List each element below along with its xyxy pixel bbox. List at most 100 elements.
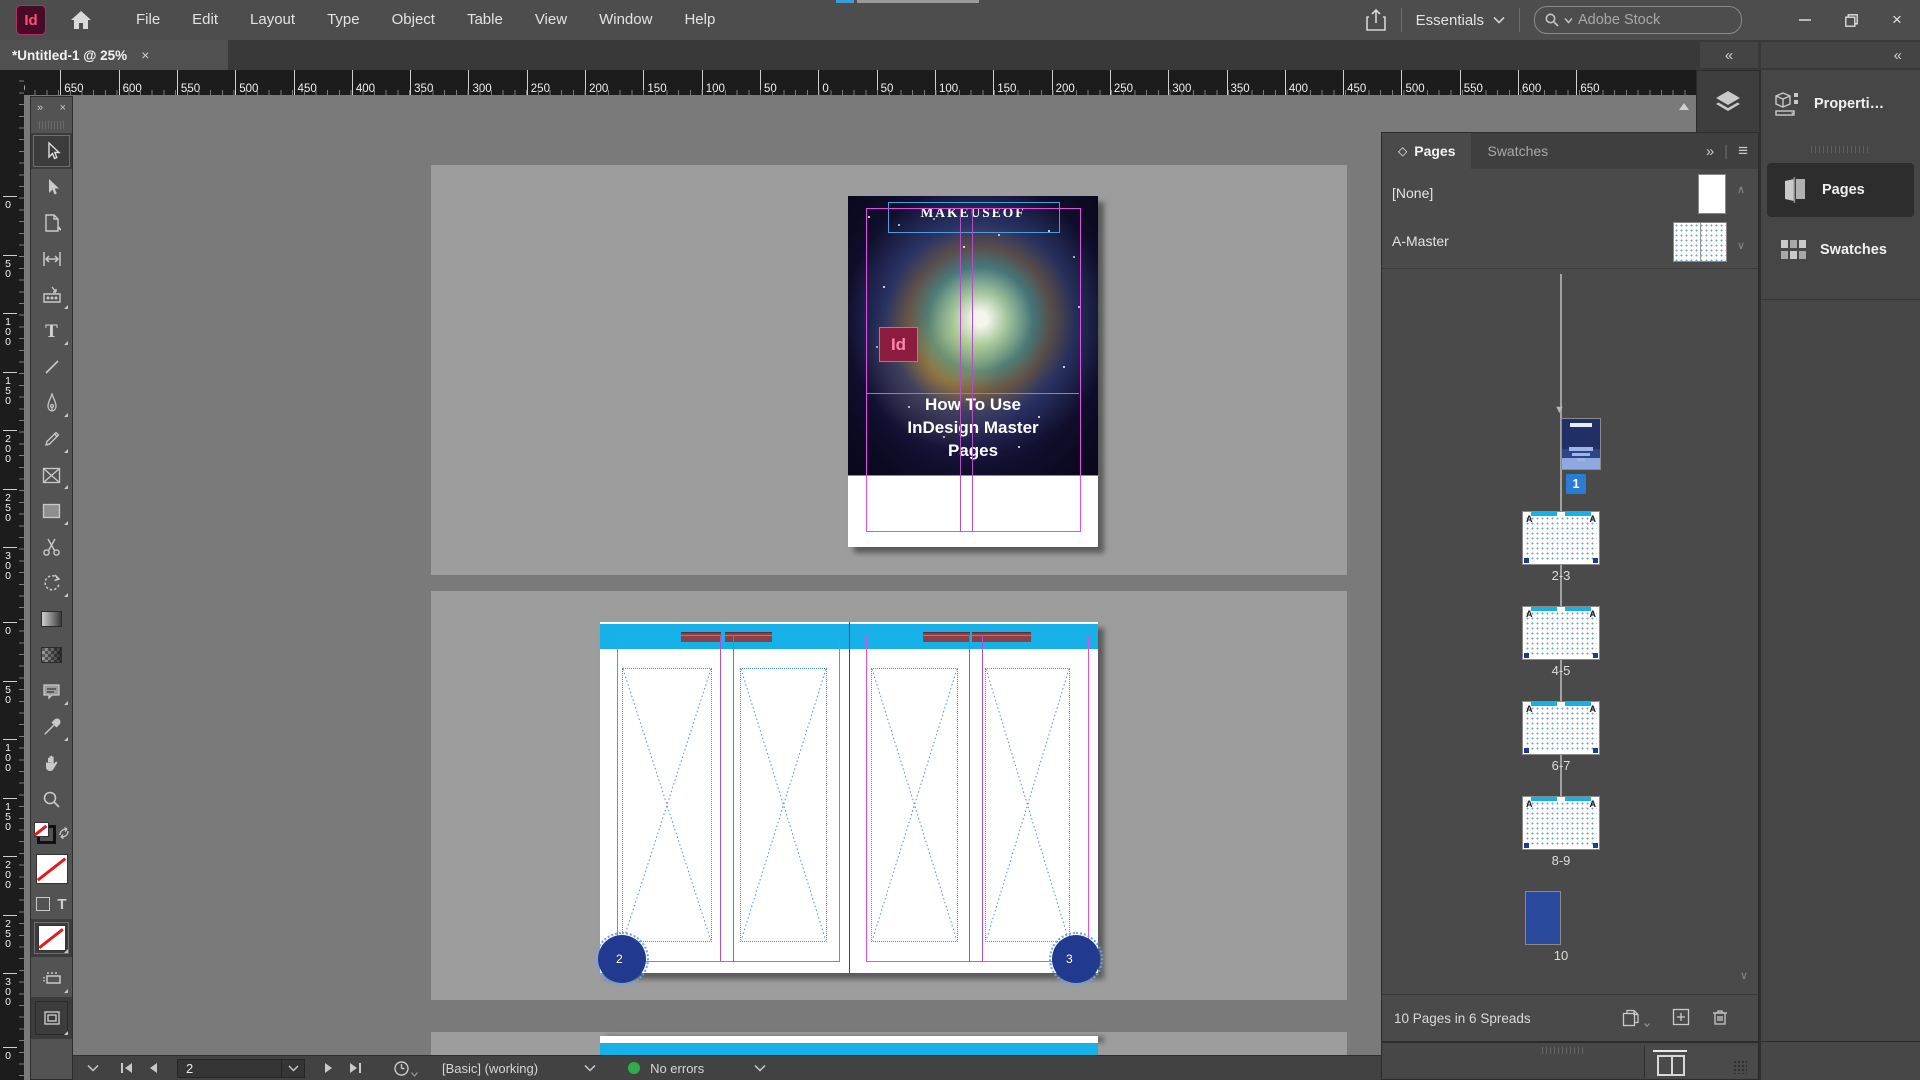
tab-pages[interactable]: ◇ Pages <box>1382 133 1471 169</box>
page-label-2-3[interactable]: 2-3 <box>1502 568 1620 583</box>
panel-resize-grip[interactable] <box>1542 1047 1586 1054</box>
previous-page-button[interactable] <box>150 1063 157 1073</box>
page-label-1[interactable]: 1 <box>1566 474 1586 494</box>
note-tool[interactable] <box>31 673 72 709</box>
masters-scroll-down[interactable]: ∨ <box>1737 239 1745 252</box>
preflight-icon[interactable] <box>393 1060 418 1077</box>
apply-none-button[interactable] <box>31 919 72 957</box>
tab-close-icon[interactable]: × <box>141 47 149 63</box>
page-1-cover[interactable]: MAKEUSEOF Id How To Use InDesign Master … <box>848 196 1098 547</box>
page-thumbnail-4-5[interactable]: AA <box>1522 606 1600 660</box>
hand-tool[interactable] <box>31 745 72 781</box>
default-fill-swatch[interactable] <box>31 849 72 889</box>
frame-tool[interactable] <box>31 457 72 493</box>
properties-panel-button[interactable]: Properti… <box>1761 76 1920 132</box>
page-thumbnail-1[interactable] <box>1561 418 1601 470</box>
restore-button[interactable] <box>1828 0 1874 40</box>
selection-tool[interactable] <box>31 133 72 169</box>
page-label-10[interactable]: 10 <box>1502 948 1620 963</box>
master-row-none[interactable]: [None] ∧ <box>1382 169 1758 217</box>
toolbar-grip[interactable] <box>39 121 65 129</box>
preflight-status[interactable]: No errors <box>650 1061 704 1076</box>
rectangle-tool[interactable] <box>31 493 72 529</box>
page-number-field[interactable]: 2 <box>177 1059 305 1078</box>
resize-grip-dots[interactable] <box>1733 1060 1747 1074</box>
view-options-button[interactable] <box>31 957 72 997</box>
adobe-stock-search[interactable]: Adobe Stock <box>1534 6 1742 34</box>
layers-panel-button[interactable] <box>1696 70 1760 134</box>
menu-type[interactable]: Type <box>311 0 376 40</box>
free-transform-tool[interactable] <box>31 565 72 601</box>
page-label-8-9[interactable]: 8-9 <box>1502 853 1620 868</box>
masters-scroll-up[interactable]: ∧ <box>1737 183 1745 196</box>
page-thumbnail-10[interactable] <box>1525 891 1561 945</box>
master-none-thumbnail[interactable] <box>1698 174 1726 214</box>
page-thumbnail-8-9[interactable]: AA <box>1522 796 1600 850</box>
spread-2-3[interactable]: 2 3 <box>600 622 1098 973</box>
menu-help[interactable]: Help <box>668 0 731 40</box>
pencil-tool[interactable] <box>31 421 72 457</box>
horizontal-ruler[interactable]: 7006506005505004504003503002502001501005… <box>24 70 1700 95</box>
gradient-feather-tool[interactable] <box>31 637 72 673</box>
fill-stroke-controls[interactable] <box>31 817 72 849</box>
tab-swatches[interactable]: Swatches <box>1471 133 1564 169</box>
errors-chevron[interactable] <box>754 1064 766 1072</box>
collapse-panel-left[interactable]: « <box>1700 42 1758 68</box>
delete-page-button[interactable] <box>1712 1008 1728 1029</box>
formatting-toggles[interactable]: T <box>31 889 72 919</box>
master-row-a-master[interactable]: A-Master ∨ <box>1382 217 1758 265</box>
menu-edit[interactable]: Edit <box>176 0 234 40</box>
v-ruler-label: 250 <box>3 915 17 948</box>
menu-table[interactable]: Table <box>451 0 519 40</box>
first-page-button[interactable] <box>121 1063 132 1073</box>
zoom-tool[interactable] <box>31 781 72 817</box>
workspace-switcher[interactable]: Essentials <box>1416 12 1505 29</box>
toolbar-close-icon[interactable]: × <box>60 102 66 114</box>
dock-pages-button[interactable]: Pages <box>1767 163 1914 217</box>
indesign-logo[interactable]: Id <box>16 5 46 35</box>
spreads-scroll-down[interactable]: ∨ <box>1740 969 1748 982</box>
line-tool[interactable] <box>31 349 72 385</box>
edit-page-size-button[interactable] <box>1622 1009 1650 1027</box>
page-label-6-7[interactable]: 6-7 <box>1502 758 1620 773</box>
preflight-preset[interactable]: [Basic] (working) <box>442 1061 538 1076</box>
a-master-thumbnail[interactable] <box>1673 222 1727 262</box>
preset-chevron[interactable] <box>584 1064 596 1072</box>
scrollbar-up-arrow[interactable] <box>1679 98 1689 110</box>
page-thumbnail-2-3[interactable]: AA <box>1522 511 1600 565</box>
next-page-button[interactable] <box>325 1063 332 1073</box>
menu-window[interactable]: Window <box>583 0 668 40</box>
status-collapse-chevron[interactable] <box>87 1064 99 1072</box>
dock-swatches-button[interactable]: Swatches <box>1767 223 1914 277</box>
new-page-button[interactable] <box>1672 1008 1690 1029</box>
collapse-panel-right[interactable]: « <box>1761 42 1920 68</box>
page-tool[interactable] <box>31 205 72 241</box>
dock-grip[interactable] <box>1811 146 1871 153</box>
menu-view[interactable]: View <box>519 0 583 40</box>
screen-mode-button[interactable] <box>31 997 72 1039</box>
document-tab[interactable]: *Untitled-1 @ 25% × <box>0 40 228 70</box>
page-thumbnail-6-7[interactable]: AA <box>1522 701 1600 755</box>
content-collector-tool[interactable] <box>31 277 72 313</box>
toolbar-expand-icon[interactable]: » <box>37 102 43 114</box>
type-tool[interactable]: T <box>31 313 72 349</box>
panel-collapse-icon[interactable]: » <box>1706 143 1714 160</box>
close-button[interactable]: × <box>1874 0 1920 40</box>
spread-view-widget[interactable] <box>1644 1046 1757 1078</box>
share-icon[interactable] <box>1365 8 1387 32</box>
direct-selection-tool[interactable] <box>31 169 72 205</box>
page-label-4-5[interactable]: 4-5 <box>1502 663 1620 678</box>
gradient-tool[interactable] <box>31 601 72 637</box>
menu-file[interactable]: File <box>120 0 176 40</box>
eyedropper-tool[interactable] <box>31 709 72 745</box>
menu-layout[interactable]: Layout <box>234 0 311 40</box>
menu-object[interactable]: Object <box>376 0 451 40</box>
last-page-button[interactable] <box>350 1063 361 1073</box>
home-icon[interactable] <box>70 10 92 30</box>
scissors-tool[interactable] <box>31 529 72 565</box>
panel-menu-icon[interactable]: ≡ <box>1738 141 1748 161</box>
gap-tool[interactable] <box>31 241 72 277</box>
pen-tool[interactable] <box>31 385 72 421</box>
vertical-ruler[interactable]: 0501001502002503000501001502002503000 <box>0 70 24 1080</box>
minimize-button[interactable] <box>1782 0 1828 40</box>
